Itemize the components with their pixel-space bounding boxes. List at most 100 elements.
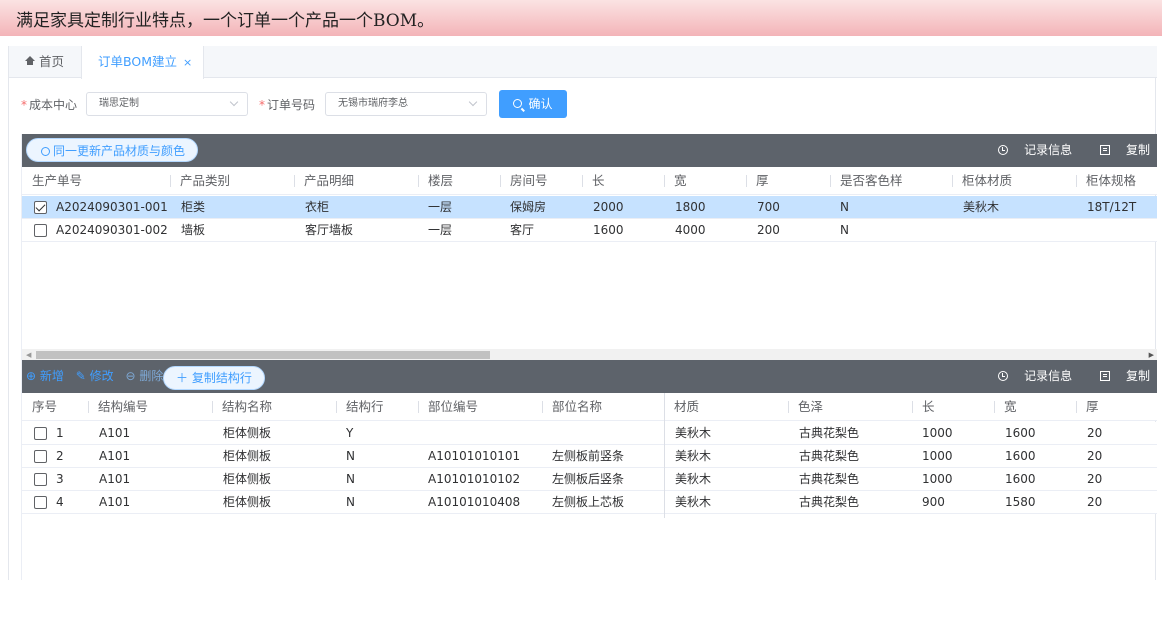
cost-center-select[interactable]: 瑞思定制 [86,92,248,116]
cell-detail: 客厅墙板 [305,223,354,237]
edit-button[interactable]: ✎ 修改 [76,369,114,383]
banner-text: 满足家具定制行业特点，一个订单一个产品一个BOM。 [16,11,435,31]
column-header[interactable]: 产品类别 [170,167,230,195]
row-checkbox[interactable] [34,201,47,214]
column-header[interactable]: 材质 [664,393,699,421]
column-header[interactable]: 生产单号 [22,167,82,195]
column-header[interactable]: 是否客色样 [830,167,903,195]
home-icon [25,56,35,66]
cell-length: 1000 [922,426,953,440]
cell-material: 美秋木 [675,426,712,440]
app-window: 首页 订单BOM建立 × * 成本中心 瑞思定制 * 订单号码 无锡市瑞府李总 确认 … [8,46,1157,580]
cell-part-name: 左侧板上芯板 [552,495,625,509]
order-no-select[interactable]: 无锡市瑞府李总 [325,92,487,116]
column-header[interactable]: 部位编号 [418,393,478,421]
cell-length: 1600 [593,223,624,237]
grid1-header: 生产单号 产品类别 产品明细 楼层 房间号 长 宽 厚 是否客色样 柜体材质 柜… [22,167,1157,195]
cost-center-value: 瑞思定制 [99,98,139,109]
column-header[interactable]: 厚 [1076,393,1099,421]
horizontal-scrollbar[interactable]: ◀ ▶ [22,349,1157,360]
table-row[interactable]: 2 A101 柜体侧板 N A10101010101 左侧板前竖条 美秋木 古典… [22,445,1157,468]
column-header[interactable]: 长 [582,167,605,195]
column-header[interactable]: 部位名称 [542,393,602,421]
cell-cabinet-material: 美秋木 [963,200,1000,214]
column-header[interactable]: 结构编号 [88,393,148,421]
copy-structure-row-button[interactable]: ＋ 复制结构行 [163,366,265,390]
column-header[interactable]: 宽 [994,393,1017,421]
cell-thickness: 20 [1087,495,1103,509]
cell-category: 墙板 [181,223,206,237]
confirm-label: 确认 [528,97,553,111]
copy-button[interactable]: 复制 [1088,143,1150,157]
sync-material-color-button[interactable]: 同一更新产品材质与颜色 [26,138,199,162]
cell-width: 1600 [1005,449,1036,463]
column-header[interactable]: 结构行 [336,393,384,421]
cell-seq: 3 [56,472,64,486]
column-header[interactable]: 柜体材质 [952,167,1012,195]
add-button[interactable]: ⊕ 新增 [26,369,64,383]
cell-struct-no: A101 [99,495,131,509]
cell-width: 1600 [1005,472,1036,486]
delete-button[interactable]: ⊖ 删除 [125,369,163,383]
column-header[interactable]: 宽 [664,167,687,195]
cell-color: 古典花梨色 [799,495,860,509]
column-header[interactable]: 结构名称 [212,393,272,421]
column-divider [664,393,665,518]
table-row[interactable]: 3 A101 柜体侧板 N A10101010102 左侧板后竖条 美秋木 古典… [22,468,1157,491]
column-header[interactable]: 序号 [22,393,57,421]
cell-material: 美秋木 [675,472,712,486]
row-checkbox[interactable] [34,427,47,440]
cell-seq: 4 [56,495,64,509]
column-header[interactable]: 产品明细 [294,167,354,195]
cell-width: 1580 [1005,495,1036,509]
cell-customer-sample: N [840,223,849,237]
confirm-button[interactable]: 确认 [499,90,567,118]
copy-button[interactable]: 复制 [1088,369,1150,383]
cell-width: 1600 [1005,426,1036,440]
cell-thickness: 20 [1087,426,1103,440]
cell-length: 1000 [922,472,953,486]
tab-home-label: 首页 [39,54,65,69]
scroll-left-icon[interactable]: ◀ [26,351,31,359]
scroll-right-icon[interactable]: ▶ [1149,351,1154,359]
cell-detail: 衣柜 [305,200,330,214]
cell-width: 4000 [675,223,706,237]
order-no-value: 无锡市瑞府李总 [338,98,408,109]
scrollbar-thumb[interactable] [36,351,490,359]
cell-length: 2000 [593,200,624,214]
column-header[interactable]: 长 [912,393,935,421]
close-icon[interactable]: × [183,56,192,69]
table-row[interactable]: 1 A101 柜体侧板 Y 美秋木 古典花梨色 1000 1600 20 [22,422,1157,445]
table-row[interactable]: A2024090301-001 柜类 衣柜 一层 保姆房 2000 1800 7… [22,196,1157,219]
copy-icon [1099,145,1110,155]
cell-production-no: A2024090301-002 [56,223,168,237]
cell-part-name: 左侧板前竖条 [552,449,625,463]
cell-material: 美秋木 [675,449,712,463]
row-checkbox[interactable] [34,450,47,463]
cell-struct-no: A101 [99,472,131,486]
cell-struct-name: 柜体侧板 [223,495,272,509]
cell-struct-name: 柜体侧板 [223,472,272,486]
cell-color: 古典花梨色 [799,472,860,486]
cell-floor: 一层 [428,200,453,214]
column-header[interactable]: 柜体规格 [1076,167,1136,195]
column-header[interactable]: 房间号 [500,167,548,195]
column-header[interactable]: 厚 [746,167,769,195]
top-banner: 满足家具定制行业特点，一个订单一个产品一个BOM。 [0,0,1162,36]
row-checkbox[interactable] [34,473,47,486]
tab-order-bom[interactable]: 订单BOM建立 × [81,46,204,79]
tab-home[interactable]: 首页 [25,46,64,78]
table-row[interactable]: 4 A101 柜体侧板 N A10101010408 左侧板上芯板 美秋木 古典… [22,491,1157,514]
row-checkbox[interactable] [34,224,47,237]
record-info-button[interactable]: 记录信息 [986,143,1072,157]
column-header[interactable]: 楼层 [418,167,453,195]
cell-thickness: 700 [757,200,780,214]
tab-order-bom-label: 订单BOM建立 [98,54,177,69]
column-header[interactable]: 色泽 [788,393,823,421]
record-info-button[interactable]: 记录信息 [986,369,1072,383]
bom-structure-grid: ⊕ 新增 ✎ 修改 ⊖ 删除 ＋ 复制结构行 记录信息 复制 序号 结构编号 结… [21,360,1157,580]
cell-struct-no: A101 [99,426,131,440]
table-row[interactable]: A2024090301-002 墙板 客厅墙板 一层 客厅 1600 4000 … [22,219,1157,242]
row-checkbox[interactable] [34,496,47,509]
cell-struct-row: N [346,449,355,463]
